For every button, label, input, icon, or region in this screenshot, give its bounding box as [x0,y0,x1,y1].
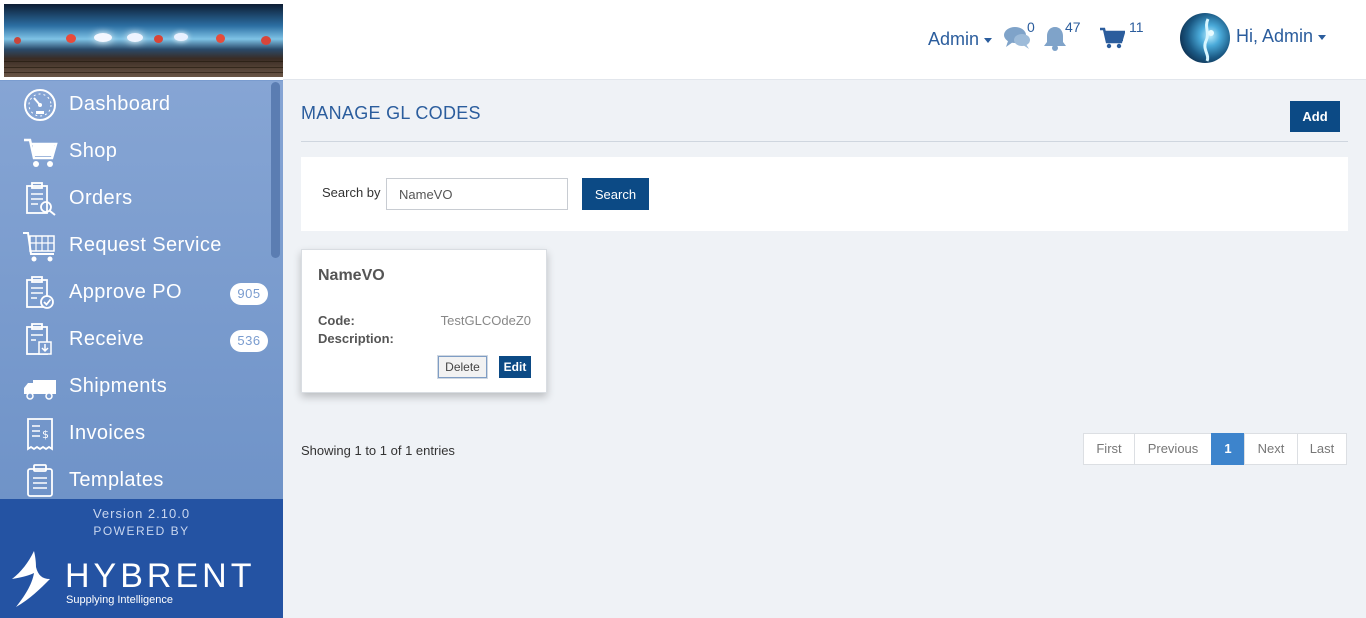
page-title: MANAGE GL CODES [301,103,481,123]
bell-icon[interactable] [1043,25,1067,51]
brand-name: HYBRENT [65,557,256,595]
sidebar-item-label: Approve PO [69,281,182,303]
cart-count: 11 [1129,19,1144,35]
gl-code-card: NameVO Code: TestGLCOdeZ0 Description: D… [301,249,547,393]
sidebar-item-receive[interactable]: Receive 536 [0,316,270,363]
sidebar-item-label: Dashboard [69,93,171,115]
sidebar-item-dashboard[interactable]: Dashboard [0,81,270,128]
add-button[interactable]: Add [1290,101,1340,132]
page-next[interactable]: Next [1244,433,1298,465]
sidebar-item-label: Receive [69,328,145,350]
title-divider [301,141,1348,142]
caret-down-icon [984,37,993,43]
sidebar-item-templates[interactable]: Templates [0,457,270,499]
page-previous[interactable]: Previous [1134,433,1212,465]
cart-icon[interactable] [1099,27,1125,49]
sidebar-item-label: Shop [69,140,118,162]
sidebar-scrollbar[interactable] [271,82,280,258]
messages-count: 0 [1027,19,1035,35]
logo-banner [0,0,283,80]
page-current[interactable]: 1 [1211,433,1245,465]
orders-clipboard-icon [22,181,58,217]
sidebar-item-shipments[interactable]: Shipments [0,363,270,410]
invoice-icon: $ [22,416,58,452]
receive-count-badge: 536 [230,330,268,352]
sidebar-item-orders[interactable]: Orders [0,175,270,222]
code-label: Code: [318,313,355,328]
search-panel: Search by Search [301,157,1348,231]
sidebar-item-request-service[interactable]: Request Service [0,222,270,269]
receive-clipboard-icon [22,322,58,358]
search-button[interactable]: Search [582,178,649,210]
sidebar-item-label: Orders [69,187,133,209]
sidebar-item-label: Invoices [69,422,146,444]
admin-menu-label: Admin [928,29,980,49]
svg-text:$: $ [42,428,49,441]
approve-clipboard-icon [22,275,58,311]
templates-clipboard-icon [22,463,58,499]
code-value: TestGLCOdeZ0 [440,313,531,328]
search-label: Search by [322,185,381,200]
avatar[interactable] [1180,13,1230,63]
sidebar-item-label: Request Service [69,234,222,256]
pagination: First Previous 1 Next Last [1083,433,1347,465]
sidebar-nav: Dashboard Shop Orders Request Service Ap… [0,81,283,499]
page-first[interactable]: First [1083,433,1135,465]
caret-down-icon [1318,34,1327,40]
approve-po-count-badge: 905 [230,283,268,305]
sidebar-footer: Version 2.10.0 POWERED BY HYBRENT Supply… [0,499,283,618]
sidebar: Dashboard Shop Orders Request Service Ap… [0,0,283,618]
notifications-count: 47 [1065,19,1081,35]
delete-button[interactable]: Delete [437,355,488,379]
sidebar-item-shop[interactable]: Shop [0,128,270,175]
description-label: Description: [318,331,394,346]
sidebar-item-approve-po[interactable]: Approve PO 905 [0,269,270,316]
gl-code-name: NameVO [318,267,385,284]
entries-info: Showing 1 to 1 of 1 entries [301,443,455,458]
shopping-cart-icon [22,134,58,170]
admin-menu[interactable]: Admin [928,29,993,50]
hybrent-logo-icon [12,551,50,607]
search-input[interactable] [386,178,568,210]
user-greeting: Hi, Admin [1236,26,1314,46]
sidebar-item-label: Shipments [69,375,168,397]
request-service-cart-icon [22,228,58,264]
top-bar: Admin 0 47 11 Hi, Admin [283,0,1366,80]
brand-tagline: Supplying Intelligence [66,594,174,606]
user-menu[interactable]: Hi, Admin [1236,26,1327,47]
banner-image [4,4,283,77]
dashboard-icon [22,87,58,123]
edit-button[interactable]: Edit [499,356,531,378]
sidebar-item-invoices[interactable]: $ Invoices [0,410,270,457]
sidebar-item-label: Templates [69,469,164,491]
page-last[interactable]: Last [1297,433,1347,465]
truck-icon [22,369,58,405]
version-text: Version 2.10.0 [92,506,191,521]
powered-by-text: POWERED BY [93,524,190,538]
